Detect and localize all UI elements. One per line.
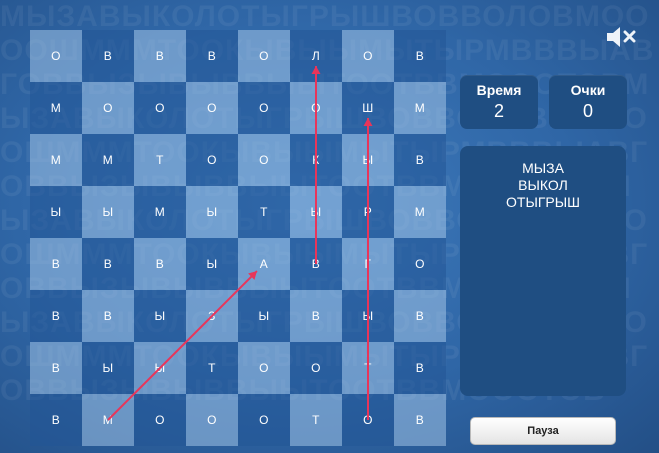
board-cell[interactable]: М xyxy=(394,186,446,238)
board-cell[interactable]: О xyxy=(238,394,290,446)
board-cell[interactable]: В xyxy=(30,394,82,446)
board-cell[interactable]: О xyxy=(238,342,290,394)
board-cell[interactable]: В xyxy=(394,134,446,186)
board-cell[interactable]: В xyxy=(290,238,342,290)
board-cell[interactable]: В xyxy=(134,238,186,290)
board-cell[interactable]: Г xyxy=(342,238,394,290)
board-cell[interactable]: Ы xyxy=(238,290,290,342)
board-cell[interactable]: М xyxy=(82,394,134,446)
time-label: Время xyxy=(476,82,522,98)
board-cell[interactable]: М xyxy=(30,134,82,186)
board-cell[interactable]: В xyxy=(30,238,82,290)
board-cell[interactable]: Ы xyxy=(134,342,186,394)
board-cell[interactable]: Т xyxy=(238,186,290,238)
board-cell[interactable]: Р xyxy=(342,186,394,238)
board-cell[interactable]: О xyxy=(238,82,290,134)
board-cell[interactable]: В xyxy=(82,290,134,342)
board-cell[interactable]: В xyxy=(82,238,134,290)
board-cell[interactable]: Ы xyxy=(82,186,134,238)
board-cell[interactable]: Т xyxy=(290,394,342,446)
board-cell[interactable]: О xyxy=(238,134,290,186)
board-cell[interactable]: Ы xyxy=(82,342,134,394)
board-cell[interactable]: М xyxy=(394,82,446,134)
board-cell[interactable]: В xyxy=(394,290,446,342)
board-cell[interactable]: В xyxy=(30,290,82,342)
score-value: 0 xyxy=(582,101,593,121)
board-cell[interactable]: О xyxy=(290,342,342,394)
time-panel: Время 2 xyxy=(460,75,538,129)
speaker-muted-icon[interactable] xyxy=(604,24,638,50)
board-cell[interactable]: Т xyxy=(134,134,186,186)
board-cell[interactable]: К xyxy=(290,134,342,186)
board-cell[interactable]: В xyxy=(30,342,82,394)
board-cell[interactable]: М xyxy=(30,82,82,134)
board-cell[interactable]: Ы xyxy=(342,290,394,342)
board-cell[interactable]: Ы xyxy=(186,186,238,238)
board-cell[interactable]: М xyxy=(82,134,134,186)
board-cell[interactable]: Ы xyxy=(134,290,186,342)
board-cell[interactable]: Ы xyxy=(186,238,238,290)
board-cell[interactable]: В xyxy=(394,342,446,394)
time-value: 2 xyxy=(493,101,504,121)
board-cell[interactable]: Ы xyxy=(290,186,342,238)
board-cell[interactable]: В xyxy=(394,30,446,82)
board-cell[interactable]: О xyxy=(290,82,342,134)
board-cell[interactable]: А xyxy=(238,238,290,290)
board-cell[interactable]: О xyxy=(342,30,394,82)
board-cell[interactable]: Ш xyxy=(342,82,394,134)
board-cell[interactable]: О xyxy=(342,394,394,446)
board-cell[interactable]: З xyxy=(186,290,238,342)
board-cell[interactable]: В xyxy=(290,290,342,342)
board-cell[interactable]: В xyxy=(186,30,238,82)
found-word: МЫЗА xyxy=(522,160,564,176)
board-cell[interactable]: О xyxy=(134,394,186,446)
pause-button[interactable]: Пауза xyxy=(470,417,616,445)
board-cell[interactable]: О xyxy=(394,238,446,290)
found-word: ОТЫГРЫШ xyxy=(506,194,580,210)
board-cell[interactable]: В xyxy=(82,30,134,82)
found-word: ВЫКОЛ xyxy=(518,177,568,193)
board-cell[interactable]: О xyxy=(30,30,82,82)
board-cell[interactable]: В xyxy=(134,30,186,82)
board-cell[interactable]: Л xyxy=(290,30,342,82)
board-cell[interactable]: В xyxy=(394,394,446,446)
score-panel: Очки 0 xyxy=(549,75,627,129)
found-words-panel: МЫЗА ВЫКОЛ ОТЫГРЫШ xyxy=(460,146,626,396)
board-cell[interactable]: Ы xyxy=(30,186,82,238)
board-cell[interactable]: О xyxy=(238,30,290,82)
board-cell[interactable]: О xyxy=(186,394,238,446)
board-cell[interactable]: Ы xyxy=(342,134,394,186)
board-cell[interactable]: Т xyxy=(342,342,394,394)
board-cell[interactable]: О xyxy=(134,82,186,134)
score-label: Очки xyxy=(570,82,606,98)
board-cell[interactable]: М xyxy=(134,186,186,238)
board-cell[interactable]: Т xyxy=(186,342,238,394)
letter-board[interactable]: ОВВВОЛОВМОООООШМММТООКЫВЫЫМЫТЫРМВВВЫАВГО… xyxy=(30,30,446,446)
board-cell[interactable]: О xyxy=(186,134,238,186)
board-cell[interactable]: О xyxy=(186,82,238,134)
board-cell[interactable]: О xyxy=(82,82,134,134)
